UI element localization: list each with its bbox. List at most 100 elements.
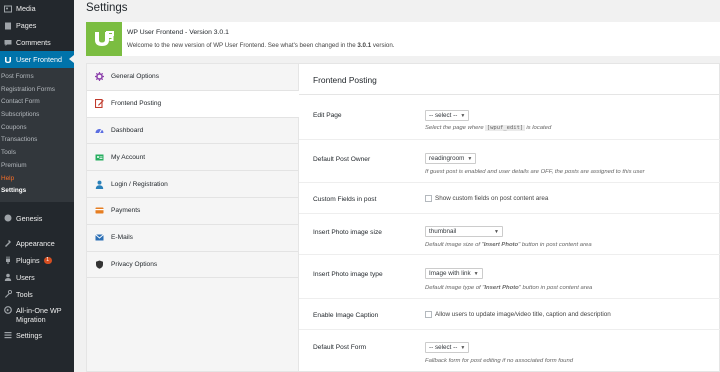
tab-emails[interactable]: E-Mails xyxy=(87,225,298,252)
setting-label: Default Post Owner xyxy=(313,156,371,163)
menu-item-appearance[interactable]: Appearance xyxy=(0,235,74,252)
media-icon xyxy=(4,5,12,13)
menu-item-settings[interactable]: Settings xyxy=(0,327,74,344)
setting-row-default-post-owner: Default Post Owner readingroom ▼ If guest… xyxy=(299,140,720,183)
setting-row-edit-page: Edit Page -- select -- ▼ Select the page … xyxy=(299,95,720,140)
payments-icon xyxy=(95,206,104,215)
setting-label: Insert Photo image size xyxy=(313,229,382,236)
submenu-item-settings[interactable]: Settings xyxy=(0,185,74,198)
migration-icon xyxy=(4,305,12,314)
default-post-owner-select[interactable]: readingroom ▼ xyxy=(425,153,477,164)
menu-item-label: Tools xyxy=(16,289,33,299)
submenu-item-contact-form[interactable]: Contact Form xyxy=(0,96,74,109)
notice-text: Welcome to the new version of WP User Fr… xyxy=(127,42,395,49)
submenu-item-subscriptions[interactable]: Subscriptions xyxy=(0,109,74,122)
setting-description: Default image size of "Insert Photo" but… xyxy=(425,242,592,248)
email-icon xyxy=(95,233,104,242)
custom-fields-checkbox[interactable] xyxy=(425,195,432,202)
setting-label: Edit Page xyxy=(313,112,342,119)
notice-version-link[interactable]: 3.0.1 xyxy=(357,42,371,49)
tab-label: Login / Registration xyxy=(111,180,168,188)
menu-separator xyxy=(0,202,74,210)
post-icon xyxy=(95,99,104,109)
submenu-item-tools[interactable]: Tools xyxy=(0,147,74,160)
setting-label: Enable Image Caption xyxy=(313,312,379,319)
menu-item-all-in-one-migration[interactable]: All-in-One WP Migration xyxy=(0,303,74,327)
menu-item-label: Plugins xyxy=(16,255,40,265)
submenu-item-registration-forms[interactable]: Registration Forms xyxy=(0,84,74,97)
chevron-down-icon: ▼ xyxy=(494,229,499,235)
tools-icon xyxy=(4,290,12,299)
shield-icon xyxy=(95,260,104,269)
setting-description: Default image type of "Insert Photo" but… xyxy=(425,285,593,291)
wpuf-logo-icon xyxy=(95,31,114,46)
menu-item-label: All-in-One WP Migration xyxy=(16,305,62,324)
menu-item-users[interactable]: Users xyxy=(0,269,74,286)
menu-item-label: Media xyxy=(16,4,36,13)
page-title: Settings xyxy=(86,2,128,14)
setting-description: If guest post is enabled and user detail… xyxy=(425,169,645,175)
image-caption-checkbox[interactable] xyxy=(425,311,432,318)
tab-label: Privacy Options xyxy=(111,260,158,268)
menu-item-label: Settings xyxy=(16,330,42,340)
submenu-item-help[interactable]: Help xyxy=(0,173,74,186)
checkbox-label: Show custom fields on post content area xyxy=(435,195,549,202)
setting-row-photo-size: Insert Photo image size thumbnail ▼ Defau… xyxy=(299,214,720,255)
update-count-badge: 1 xyxy=(43,256,52,264)
menu-item-plugins[interactable]: Plugins 1 xyxy=(0,252,74,269)
tab-my-account[interactable]: My Account xyxy=(87,144,298,172)
login-icon xyxy=(95,180,104,189)
menu-item-user-frontend[interactable]: User Frontend xyxy=(0,51,74,68)
users-icon xyxy=(4,273,12,282)
edit-page-select[interactable]: -- select -- ▼ xyxy=(425,110,470,121)
tab-label: Frontend Posting xyxy=(111,100,162,108)
menu-item-genesis[interactable]: Genesis xyxy=(0,210,74,227)
menu-item-tools[interactable]: Tools xyxy=(0,286,74,303)
submenu-item-post-forms[interactable]: Post Forms xyxy=(0,71,74,84)
settings-icon xyxy=(4,331,12,339)
setting-label: Custom Fields in post xyxy=(313,196,377,203)
menu-item-media[interactable]: Media xyxy=(0,0,74,17)
chevron-down-icon: ▼ xyxy=(460,113,466,119)
tab-label: General Options xyxy=(111,73,160,81)
menu-item-label: Genesis xyxy=(16,213,43,223)
setting-row-custom-fields: Custom Fields in post Show custom fields… xyxy=(299,183,720,214)
tab-frontend-posting[interactable]: Frontend Posting xyxy=(87,90,299,118)
tab-privacy-options[interactable]: Privacy Options xyxy=(87,252,298,279)
setting-description: Fallback form for post editing if no ass… xyxy=(425,358,573,364)
user-frontend-icon xyxy=(4,56,12,64)
photo-size-select[interactable]: thumbnail ▼ xyxy=(425,226,503,237)
menu-item-comments[interactable]: Comments xyxy=(0,34,74,51)
comments-icon xyxy=(4,39,12,47)
submenu-item-transactions[interactable]: Transactions xyxy=(0,134,74,147)
admin-sidebar: Media Pages Comments User Frontend Post … xyxy=(0,0,74,372)
photo-type-select[interactable]: Image with link ▼ xyxy=(425,268,483,279)
version-notice: WP User Frontend - Version 3.0.1 Welcome… xyxy=(86,22,720,56)
submenu-item-premium[interactable]: Premium xyxy=(0,160,74,173)
tab-payments[interactable]: Payments xyxy=(87,198,298,225)
setting-row-photo-type: Insert Photo image type Image with link ▼… xyxy=(299,255,720,299)
chevron-down-icon: ▼ xyxy=(473,271,479,277)
tab-label: E-Mails xyxy=(111,234,133,242)
submenu-item-coupons[interactable]: Coupons xyxy=(0,122,74,135)
plugins-icon xyxy=(4,256,12,265)
setting-row-image-caption: Enable Image Caption Allow users to upda… xyxy=(299,299,720,330)
menu-item-label: Pages xyxy=(16,21,37,30)
tab-general-options[interactable]: General Options xyxy=(87,64,298,91)
menu-item-pages[interactable]: Pages xyxy=(0,17,74,34)
settings-content: Frontend Posting Edit Page -- select -- ▼… xyxy=(299,64,720,371)
tab-login-registration[interactable]: Login / Registration xyxy=(87,171,298,198)
dashboard-icon xyxy=(95,126,104,135)
chevron-down-icon: ▼ xyxy=(467,156,473,162)
tab-label: Payments xyxy=(111,207,141,215)
genesis-icon xyxy=(4,214,12,222)
shortcode: [wpuf_edit] xyxy=(485,125,525,131)
tab-label: Dashboard xyxy=(111,126,144,134)
menu-item-label: Comments xyxy=(16,38,51,47)
tab-dashboard[interactable]: Dashboard xyxy=(87,118,298,145)
image-caption-option: Allow users to update image/video title,… xyxy=(425,311,611,318)
menu-item-label: Users xyxy=(16,272,35,282)
menu-item-label: Appearance xyxy=(16,238,55,248)
default-post-form-select[interactable]: -- select -- ▼ xyxy=(425,342,470,353)
setting-label: Default Post Form xyxy=(313,344,367,351)
